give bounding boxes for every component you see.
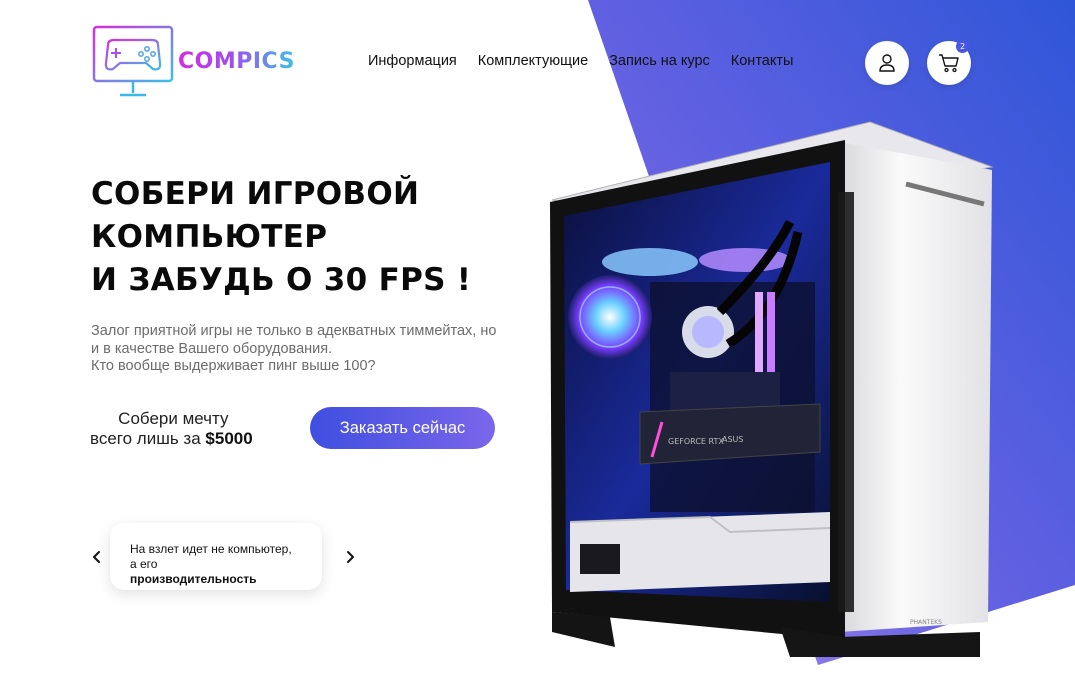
hero-desc-line: и в качестве Вашего оборудования. bbox=[91, 340, 333, 357]
hero-title-line: И ЗАБУДЬ О 30 FPS ! bbox=[91, 262, 472, 298]
cart-button[interactable]: 2 bbox=[927, 40, 971, 85]
chevron-right-icon[interactable] bbox=[341, 548, 359, 566]
user-button[interactable] bbox=[865, 41, 909, 85]
slider-text-prefix: а его bbox=[130, 557, 158, 571]
cart-count-badge: 2 bbox=[956, 40, 969, 53]
logo-text: COMPICS bbox=[178, 49, 295, 74]
price-prefix: всего лишь за bbox=[90, 429, 206, 448]
gaming-pc-image: GEFORCE RTX ASUS PHANTEKS bbox=[550, 121, 994, 657]
user-icon bbox=[879, 54, 895, 72]
nav-item-course[interactable]: Запись на курс bbox=[609, 53, 710, 69]
main-nav: Информация Комплектующие Запись на курс … bbox=[368, 53, 814, 69]
nav-item-components[interactable]: Комплектующие bbox=[478, 53, 588, 69]
price-caption: Собери мечту bbox=[118, 409, 229, 428]
hero-title: СОБЕРИ ИГРОВОЙ КОМПЬЮТЕР И ЗАБУДЬ О 30 F… bbox=[91, 173, 551, 302]
hero-desc-line: Залог приятной игры не только в адекватн… bbox=[91, 323, 497, 339]
price-block: Собери мечту всего лишь за $5000 bbox=[90, 409, 253, 449]
slider-text-bold: производительность bbox=[130, 572, 257, 586]
gpu-label: GEFORCE RTX bbox=[668, 437, 724, 446]
case-brand-label: PHANTEKS bbox=[910, 619, 942, 626]
hero-desc-line: Кто вообще выдерживает пинг выше 100? bbox=[91, 358, 376, 374]
slider-text-line2: а его производительность bbox=[130, 557, 322, 587]
chevron-left-icon[interactable] bbox=[88, 548, 106, 566]
nav-item-contacts[interactable]: Контакты bbox=[731, 53, 794, 69]
cart-icon bbox=[939, 54, 959, 73]
nav-item-info[interactable]: Информация bbox=[368, 53, 457, 69]
hero-title-line: СОБЕРИ ИГРОВОЙ bbox=[91, 176, 420, 212]
slider-text-line1: На взлет идет не компьютер, bbox=[130, 542, 292, 556]
hero-description: Залог приятной игры не только в адекватн… bbox=[91, 323, 511, 376]
price-value: $5000 bbox=[205, 429, 253, 448]
logo[interactable]: COMPICS bbox=[92, 25, 295, 99]
hero-title-line: КОМПЬЮТЕР bbox=[91, 219, 328, 255]
gamepad-monitor-icon bbox=[92, 25, 174, 97]
site-header: COMPICS Информация Комплектующие Запись … bbox=[0, 0, 1075, 110]
price-line: всего лишь за $5000 bbox=[90, 429, 253, 449]
slider-card: На взлет идет не компьютер, а его произв… bbox=[110, 523, 322, 590]
order-now-button[interactable]: Заказать сейчас bbox=[310, 407, 495, 449]
gpu-brand-label: ASUS bbox=[722, 435, 743, 444]
